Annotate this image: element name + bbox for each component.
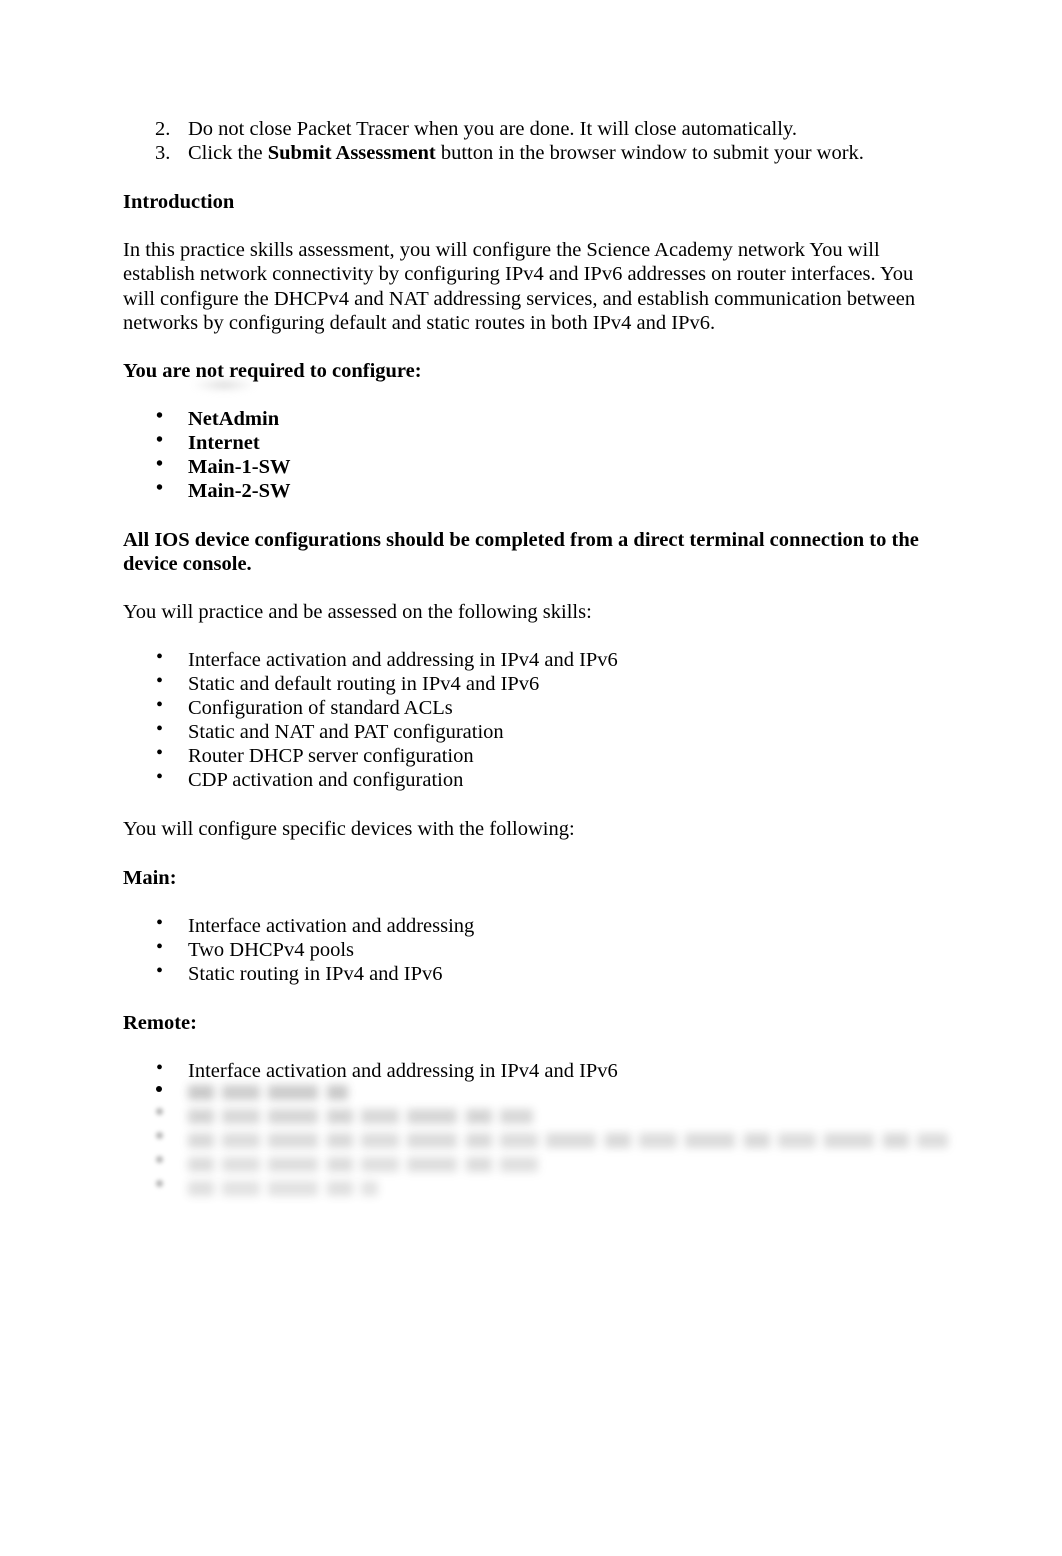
bullet-icon: • [156,405,164,428]
list-item-label: Two DHCPv4 pools [188,938,355,961]
list-item: • NetAdmin [123,405,937,431]
list-item-label: Interface activation and addressing in I… [188,1059,618,1082]
redacted-text [188,1181,378,1196]
bullet-icon: • [156,911,164,934]
skills-list: • Interface activation and addressing in … [123,646,937,792]
list-item: • Interface activation and addressing in … [123,646,937,672]
list-item: • Router DHCP server configuration [123,742,937,768]
bullet-icon: • [156,453,164,476]
list-item-label: Static routing in IPv4 and IPv6 [188,962,443,985]
list-item-label: Main-1-SW [188,456,291,479]
bullet-icon: • [156,429,164,452]
bullet-icon: • [156,477,164,500]
list-item: 2. Do not close Packet Tracer when you ar… [123,118,937,142]
list-item: • Main-2-SW [123,477,937,503]
main-device-list: • Interface activation and addressing • Tw… [123,911,937,986]
not-required-list: • NetAdmin • Internet • Main-1-SW • Main-2-S… [123,405,937,503]
list-item: • Static routing in IPv4 and IPv6 [123,959,937,986]
redacted-line [123,1082,937,1106]
list-item: • Internet [123,429,937,455]
redacted-text [188,1133,948,1148]
list-item: • Configuration of standard ACLs [123,694,937,720]
list-item-label: Interface activation and addressing [188,914,475,937]
bullet-icon: • [156,959,164,982]
skills-lead-in: You will practice and be assessed on the… [123,601,592,624]
not-required-heading: You are not required to configure: [123,360,422,383]
remote-device-list: • Interface activation and addressing in … [123,1056,937,1083]
bullet-icon: • [156,718,164,741]
redacted-content-block [123,1082,948,1202]
bullet-icon: • [156,935,164,958]
list-item: • Two DHCPv4 pools [123,935,937,962]
list-item-number: 3. [155,141,171,164]
bullet-icon: • [156,670,164,693]
ios-console-note: All IOS device configurations should be … [123,529,919,576]
document-page: 2. Do not close Packet Tracer when you ar… [0,0,1062,1556]
submit-assessment-emphasis: Submit Assessment [267,141,436,164]
introduction-paragraph: In this practice skills assessment, you … [123,239,916,334]
redacted-text [188,1109,533,1124]
list-item-label: Static and NAT and PAT configuration [188,721,504,744]
list-item: 3. Click the Submit Assessment button in … [123,142,937,166]
list-item: • Interface activation and addressing in … [123,1056,937,1083]
redacted-text [188,1085,348,1100]
list-item-label: Internet [188,432,260,455]
redacted-line [123,1178,937,1202]
document-body: 2. Do not close Packet Tracer when you ar… [123,118,937,1083]
redacted-line [123,1106,937,1130]
bullet-icon: • [156,1056,164,1079]
redacted-text [188,1157,543,1172]
redacted-line [123,1154,937,1178]
bullet-icon [156,1180,163,1187]
list-item: • Interface activation and addressing [123,911,937,938]
list-item-text-tail: button in the browser window to submit y… [435,141,864,164]
list-item-text: Do not close Packet Tracer when you are … [188,118,797,140]
list-item-label: NetAdmin [188,408,280,431]
introduction-heading: Introduction [123,191,235,213]
list-item-label: Configuration of standard ACLs [188,697,453,720]
list-item-label: Static and default routing in IPv4 and I… [188,673,540,696]
list-item-label: Main-2-SW [188,480,291,503]
list-item-number: 2. [155,118,171,140]
devices-lead-in: You will configure specific devices with… [123,818,575,841]
bullet-icon [156,1108,163,1115]
list-item-label: Router DHCP server configuration [188,745,474,768]
list-item: • Main-1-SW [123,453,937,479]
redacted-line [123,1130,948,1154]
remote-device-heading: Remote: [123,1011,197,1034]
bullet-icon [156,1132,163,1139]
bullet-icon: • [156,694,164,717]
list-item-label: CDP activation and configuration [188,769,464,792]
list-item: • Static and NAT and PAT configuration [123,718,937,744]
list-item: • Static and default routing in IPv4 and … [123,670,937,696]
bullet-icon [156,1086,162,1092]
bullet-icon: • [156,766,164,789]
bullet-icon: • [156,646,164,669]
list-item-text: Click the [188,141,268,164]
list-item: • CDP activation and configuration [123,766,937,792]
main-device-heading: Main: [123,866,177,889]
bullet-icon [156,1156,163,1163]
numbered-instruction-list: 2. Do not close Packet Tracer when you ar… [123,118,937,165]
list-item-label: Interface activation and addressing in I… [188,649,618,672]
bullet-icon: • [156,742,164,765]
